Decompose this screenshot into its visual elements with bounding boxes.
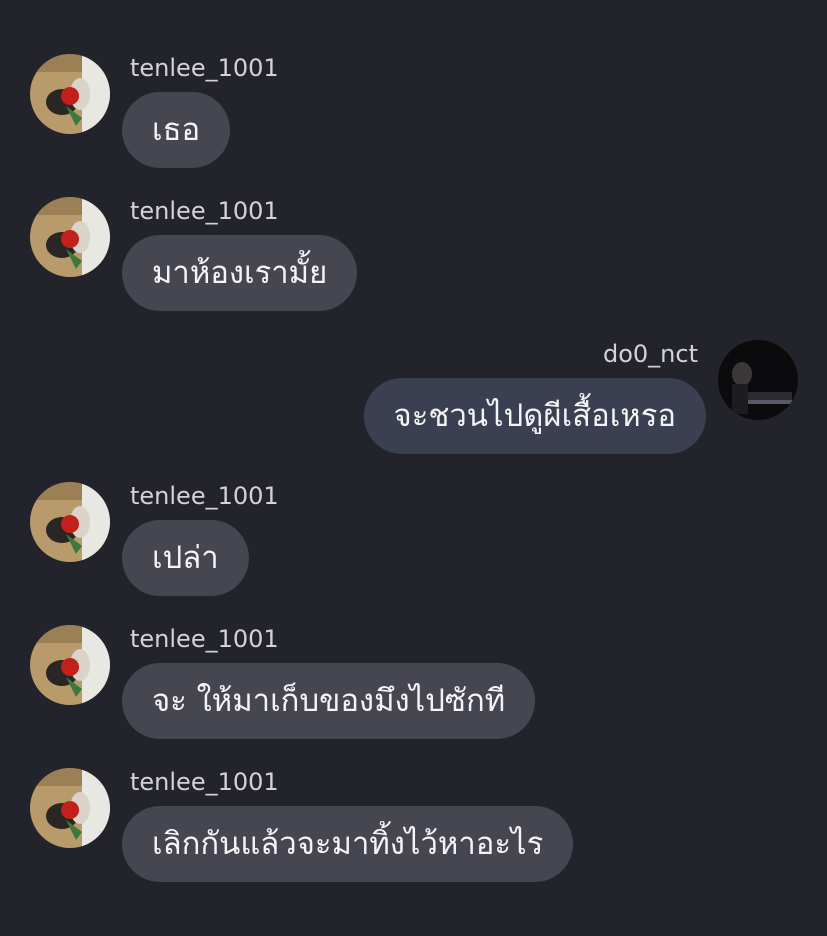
sender-username[interactable]: tenlee_1001 (130, 54, 279, 82)
chat-message: tenlee_1001 เปล่า (30, 482, 330, 596)
rose-avatar-icon[interactable] (30, 54, 110, 134)
chat-message: tenlee_1001 จะ ให้มาเก็บของมึงไปซักที (30, 625, 590, 739)
sender-username[interactable]: tenlee_1001 (130, 768, 279, 796)
chat-message: do0_nct จะชวนไปดูผีเสื้อเหรอ (298, 340, 798, 454)
chat-screen: { "messages": [ { "sender": "tenlee_1001… (0, 0, 827, 936)
chat-message: tenlee_1001 มาห้องเรามั้ย (30, 197, 430, 311)
message-bubble[interactable]: มาห้องเรามั้ย (122, 235, 358, 311)
message-bubble[interactable]: จะ ให้มาเก็บของมึงไปซักที (122, 663, 536, 739)
chat-message: tenlee_1001 เลิกกันแล้วจะมาทิ้งไว้หาอะไร (30, 768, 630, 882)
message-bubble[interactable]: เธอ (122, 92, 231, 168)
rose-avatar-icon[interactable] (30, 625, 110, 705)
rose-avatar-icon[interactable] (30, 768, 110, 848)
sender-username[interactable]: tenlee_1001 (130, 625, 279, 653)
sender-username[interactable]: tenlee_1001 (130, 197, 279, 225)
chat-message: tenlee_1001 เธอ (30, 54, 330, 168)
sender-username[interactable]: do0_nct (603, 340, 698, 368)
message-bubble[interactable]: เปล่า (122, 520, 249, 596)
message-bubble[interactable]: จะชวนไปดูผีเสื้อเหรอ (363, 378, 706, 454)
message-bubble[interactable]: เลิกกันแล้วจะมาทิ้งไว้หาอะไร (122, 806, 574, 882)
sender-username[interactable]: tenlee_1001 (130, 482, 279, 510)
rose-avatar-icon[interactable] (30, 197, 110, 277)
rose-avatar-icon[interactable] (30, 482, 110, 562)
piano-avatar-icon[interactable] (718, 340, 798, 420)
